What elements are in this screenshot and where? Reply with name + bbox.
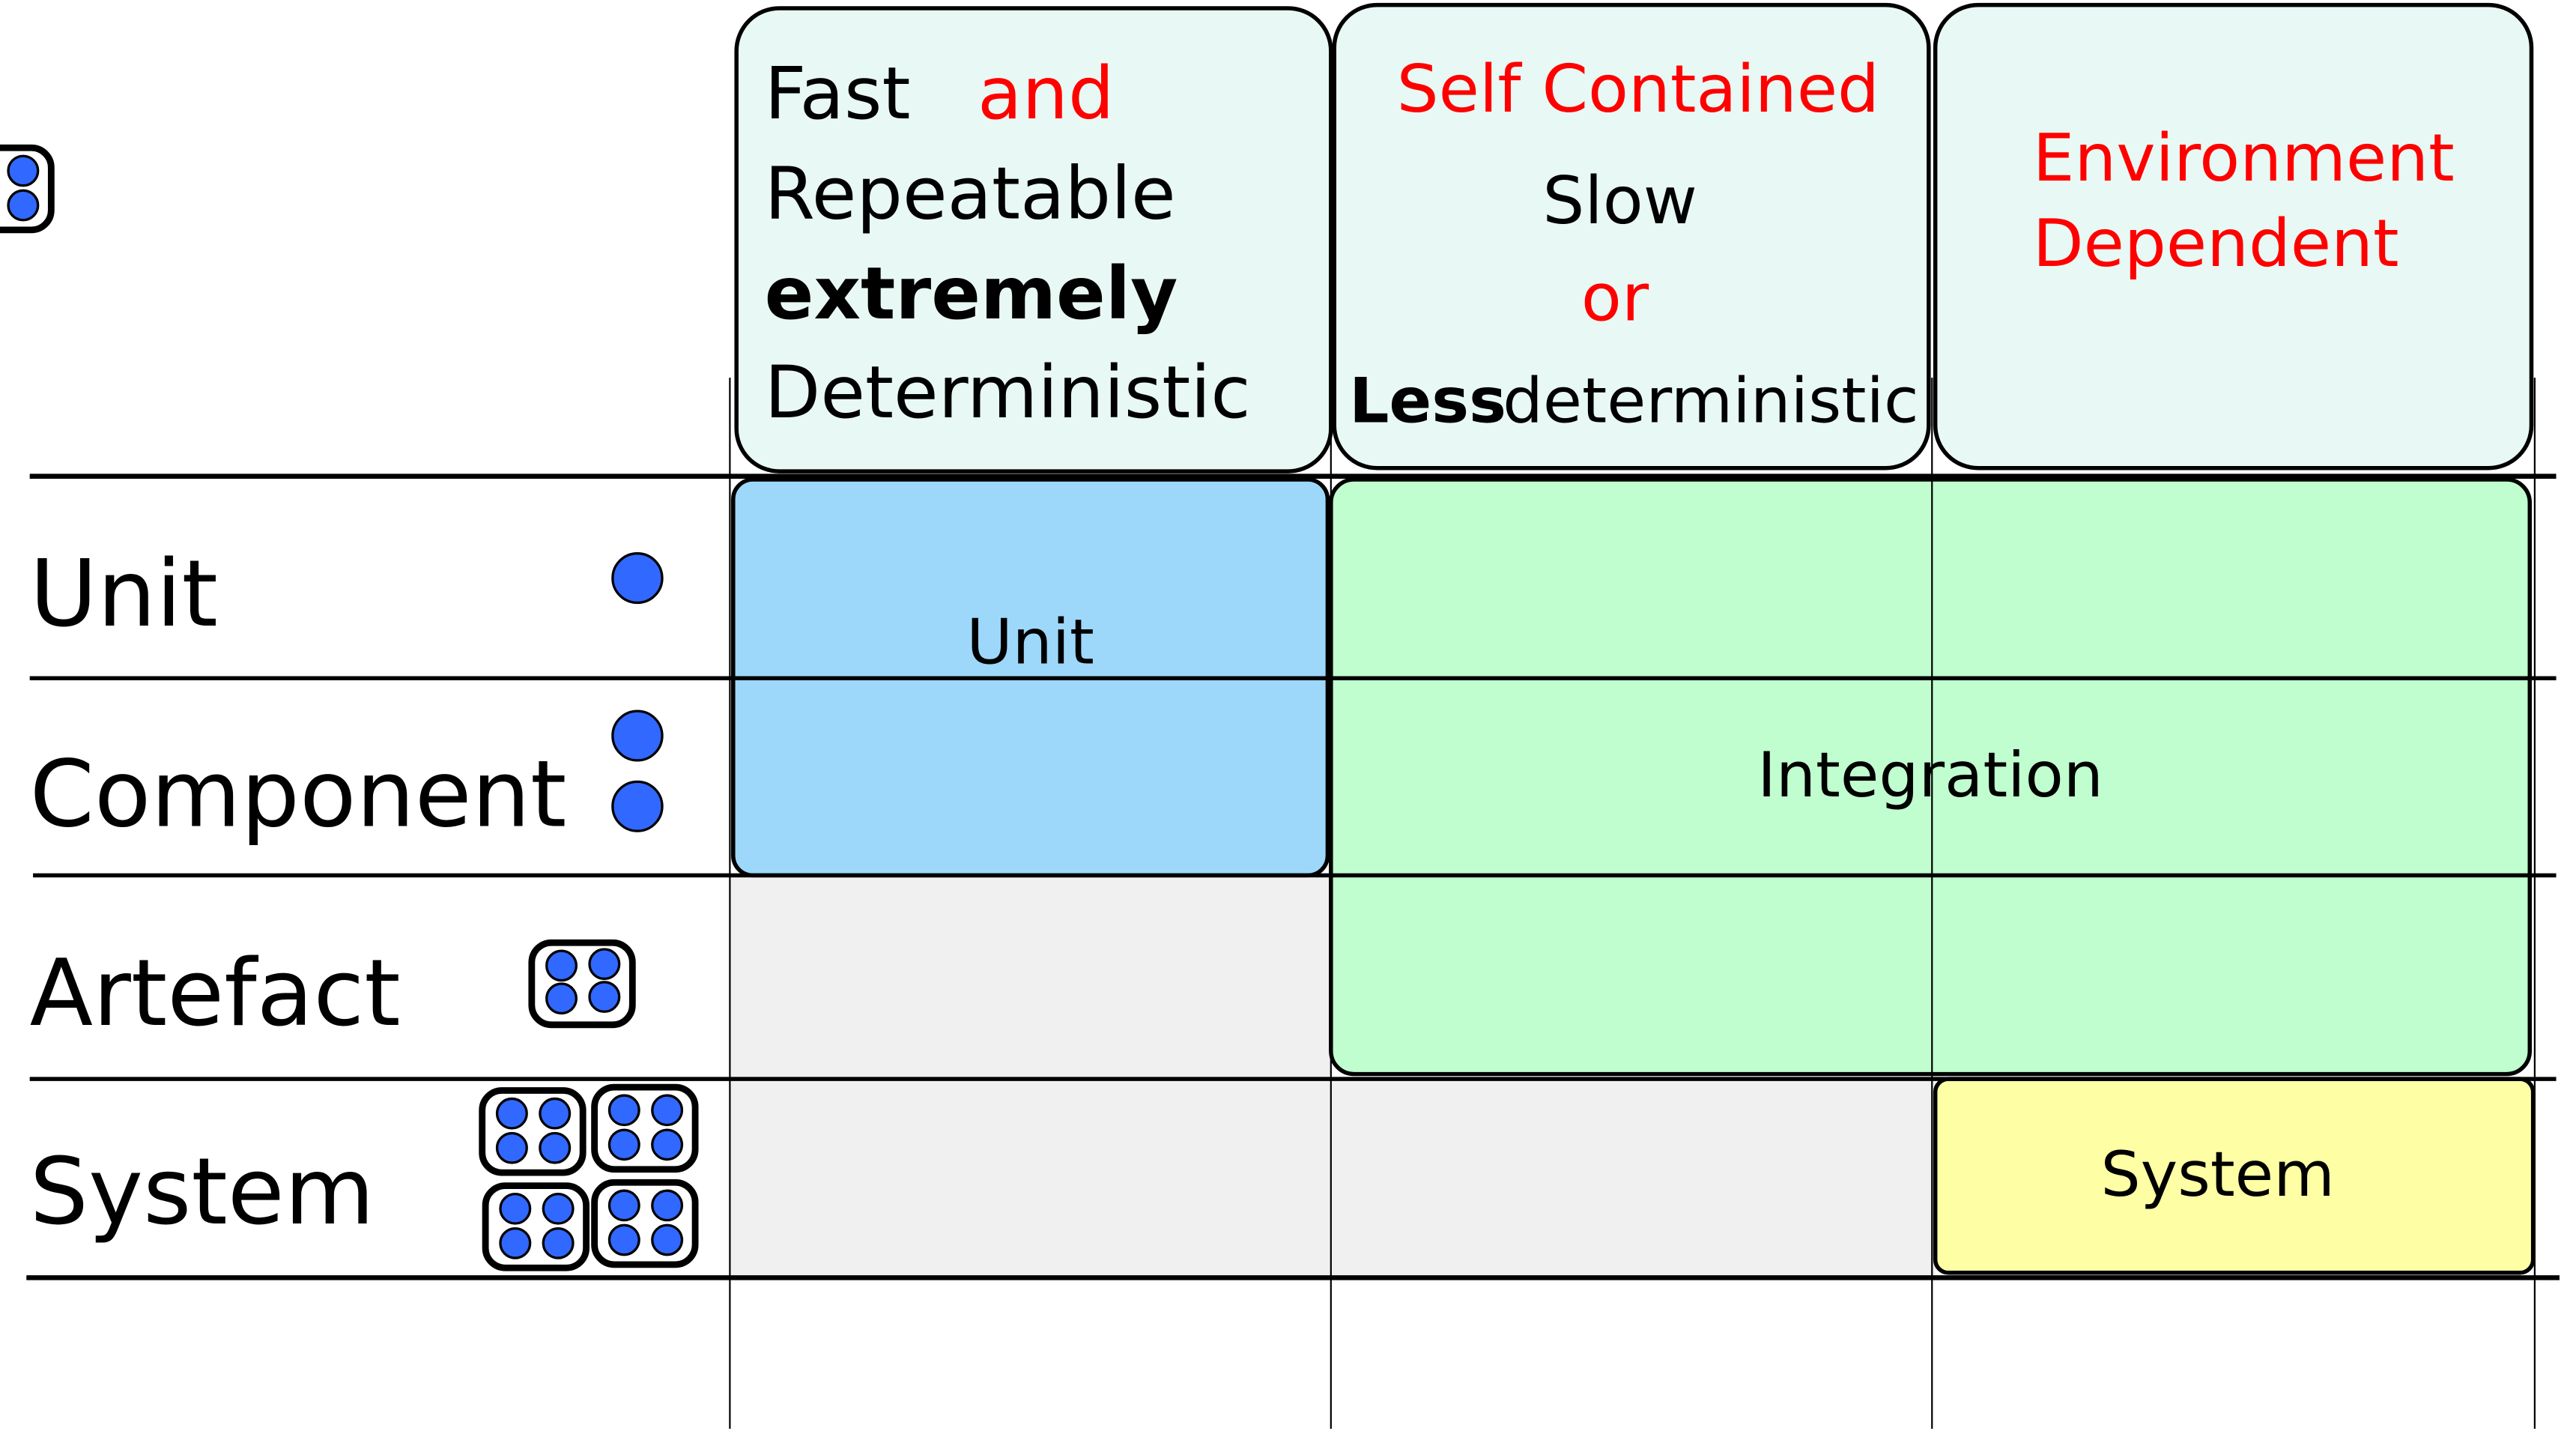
row-label-system: System — [30, 1139, 375, 1246]
header-text-red: Environment — [2033, 119, 2455, 196]
header-text-red: or — [1581, 259, 1649, 336]
header-text-red: Self Contained — [1397, 50, 1879, 127]
header-text: Slow — [1542, 162, 1697, 239]
header-text-red: and — [978, 51, 1114, 136]
four-dot-box-icon — [595, 1087, 695, 1170]
four-dot-box-icon — [595, 1182, 695, 1265]
header-text: Repeatable — [765, 151, 1176, 236]
integration-region-label: Integration — [1757, 738, 2103, 811]
empty-cell — [730, 875, 1331, 1278]
system-region-label: System — [2100, 1137, 2334, 1211]
header-text-bold: extremely — [765, 252, 1178, 336]
header-text-bold: Less — [1349, 364, 1506, 438]
header-text: Deterministic — [765, 350, 1251, 435]
two-dots-icon — [611, 710, 664, 832]
row-label-component: Component — [30, 742, 567, 849]
four-dot-box-icon — [482, 1090, 583, 1173]
system-boxes — [482, 1087, 695, 1268]
header-text: deterministic — [1503, 364, 1919, 438]
row-label-unit: Unit — [30, 541, 218, 648]
unit-region-label: Unit — [966, 605, 1094, 679]
test-types-diagram: Fast and Repeatable extremely Determinis… — [0, 2, 2560, 1430]
header-text: Fast — [765, 51, 911, 136]
four-boxes-icon — [0, 148, 51, 230]
empty-cell — [1330, 1079, 1936, 1278]
row-label-artefact: Artefact — [30, 940, 401, 1047]
single-dot-icon — [611, 552, 664, 605]
four-dot-box-icon — [485, 1186, 586, 1268]
four-dot-box-icon — [528, 939, 636, 1029]
header-text-red: Dependent — [2033, 205, 2399, 282]
